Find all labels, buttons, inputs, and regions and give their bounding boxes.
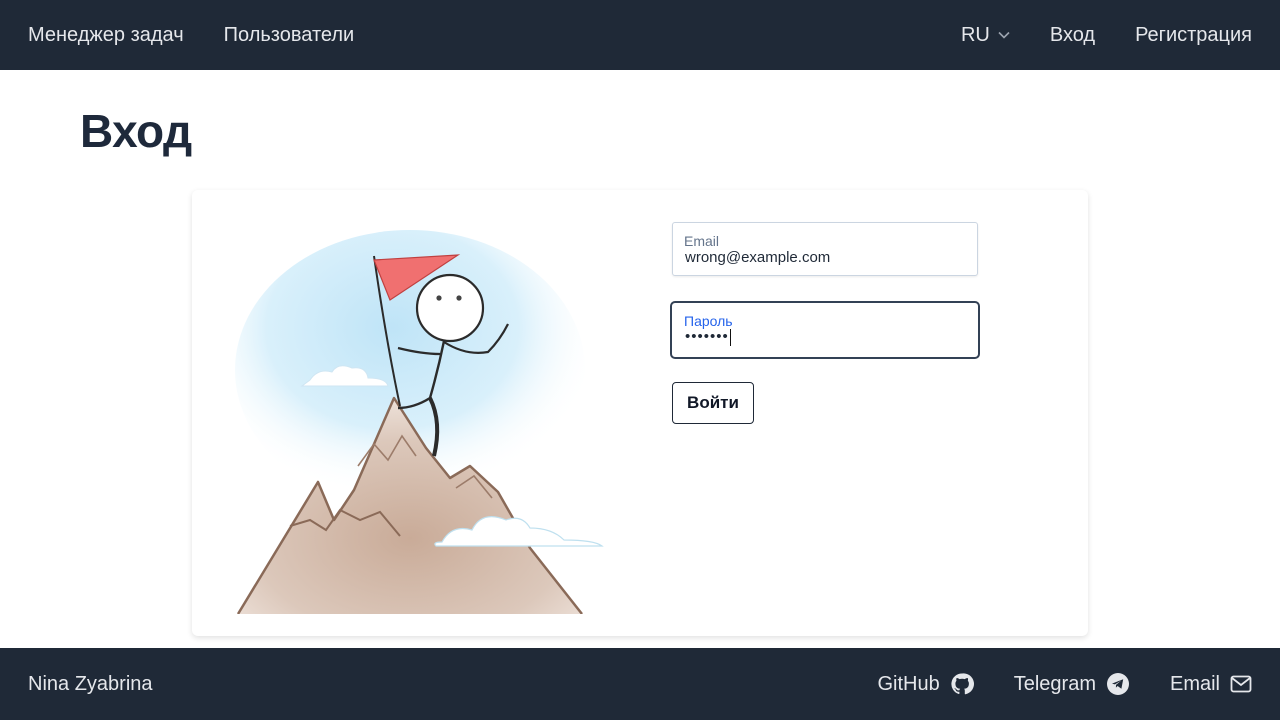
chevron-down-icon bbox=[998, 31, 1010, 39]
top-navbar: Менеджер задач Пользователи RU Вход Реги… bbox=[0, 0, 1280, 70]
telegram-link[interactable]: Telegram bbox=[1014, 672, 1130, 696]
register-link[interactable]: Регистрация bbox=[1135, 24, 1252, 47]
envelope-icon bbox=[1230, 675, 1252, 693]
login-link[interactable]: Вход bbox=[1050, 24, 1095, 47]
footer-links: GitHub Telegram Email bbox=[837, 672, 1252, 696]
nav-left: Менеджер задач Пользователи bbox=[28, 24, 394, 47]
github-icon bbox=[951, 673, 974, 695]
telegram-icon bbox=[1106, 673, 1129, 695]
email-field[interactable]: Email wrong@example.com bbox=[672, 222, 978, 276]
footer-author: Nina Zyabrina bbox=[28, 672, 153, 695]
login-card: Email wrong@example.com Пароль ••••••• В… bbox=[192, 190, 1088, 636]
users-link[interactable]: Пользователи bbox=[224, 24, 355, 47]
password-field[interactable]: Пароль ••••••• bbox=[670, 301, 980, 359]
email-label: Email bbox=[684, 233, 720, 249]
github-link[interactable]: GitHub bbox=[877, 672, 974, 696]
telegram-label: Telegram bbox=[1013, 672, 1096, 695]
nav-right: RU Вход Регистрация bbox=[961, 24, 1252, 47]
password-mask: ••••••• bbox=[685, 328, 729, 345]
email-value: wrong@example.com bbox=[685, 249, 831, 266]
text-caret bbox=[729, 328, 731, 346]
github-label: GitHub bbox=[877, 672, 940, 695]
mountain-climber-illustration bbox=[235, 230, 604, 614]
brand-link[interactable]: Менеджер задач bbox=[28, 24, 184, 47]
footer: Nina Zyabrina GitHub Telegram Email bbox=[0, 648, 1280, 720]
language-label: RU bbox=[960, 23, 990, 46]
email-link[interactable]: Email bbox=[1170, 673, 1252, 696]
password-value: ••••••• bbox=[685, 328, 731, 346]
password-label: Пароль bbox=[684, 313, 733, 329]
email-footer-label: Email bbox=[1169, 672, 1220, 695]
language-selector[interactable]: RU bbox=[961, 24, 1010, 47]
login-submit-button[interactable]: Войти bbox=[672, 382, 754, 424]
page-title: Вход bbox=[80, 105, 192, 157]
